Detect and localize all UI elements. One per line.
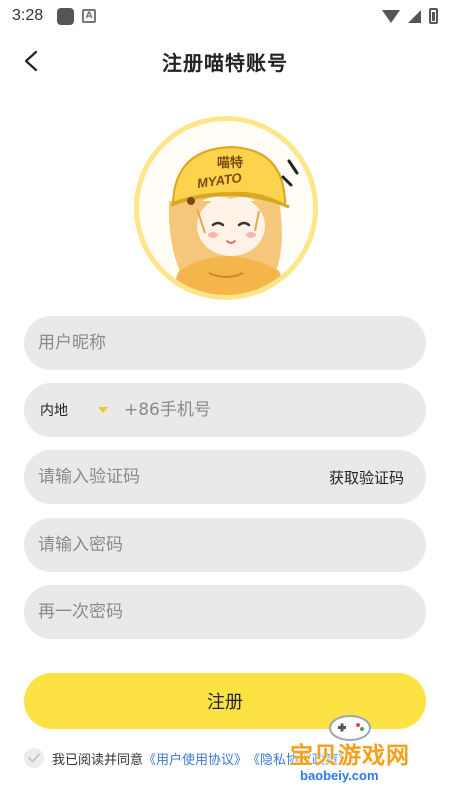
get-code-button[interactable]: 获取验证码 (329, 467, 404, 488)
watermark-url: baobeiy.com (300, 768, 379, 783)
page-title: 注册喵特账号 (162, 50, 288, 75)
watermark-title: 宝贝游戏网 (290, 743, 410, 769)
helmet-text-top: 喵特 (217, 155, 243, 171)
region-select[interactable]: 内地 (38, 400, 108, 420)
region-value: 内地 (40, 403, 68, 419)
verification-code-input[interactable] (38, 467, 329, 487)
agreement-prefix: 我已阅读并同意 (52, 752, 144, 768)
signal-icon (408, 9, 421, 23)
header: 注册喵特账号 (0, 36, 450, 86)
back-button[interactable] (14, 44, 48, 78)
password-confirm-field[interactable] (24, 585, 426, 639)
status-icons (382, 8, 438, 24)
back-arrow-icon (24, 50, 38, 72)
dropdown-triangle-icon (98, 407, 108, 413)
battery-icon (429, 8, 438, 24)
password-field[interactable] (24, 518, 426, 572)
status-bar: 3:28 A (0, 0, 450, 32)
check-icon (28, 753, 40, 763)
avatar[interactable]: 喵特 MYATO (134, 116, 318, 300)
agreement-checkbox[interactable] (24, 748, 44, 768)
user-agreement-link[interactable]: 《用户使用协议》 (143, 749, 247, 768)
verification-code-field[interactable]: 获取验证码 (24, 450, 426, 504)
password-confirm-input[interactable] (38, 602, 412, 622)
notification-icon (57, 7, 75, 25)
app-notification-icon: A (82, 9, 97, 23)
phone-input[interactable] (124, 400, 412, 420)
avatar-image: 喵特 MYATO (139, 121, 313, 295)
password-input[interactable] (38, 535, 412, 555)
watermark: 宝贝游戏网 baobeiy.com (290, 712, 450, 800)
status-time: 3:28 (12, 7, 44, 24)
nickname-input[interactable] (38, 333, 412, 353)
wifi-icon (382, 9, 400, 23)
nickname-field[interactable] (24, 316, 426, 370)
phone-field[interactable]: 内地 (24, 383, 426, 437)
